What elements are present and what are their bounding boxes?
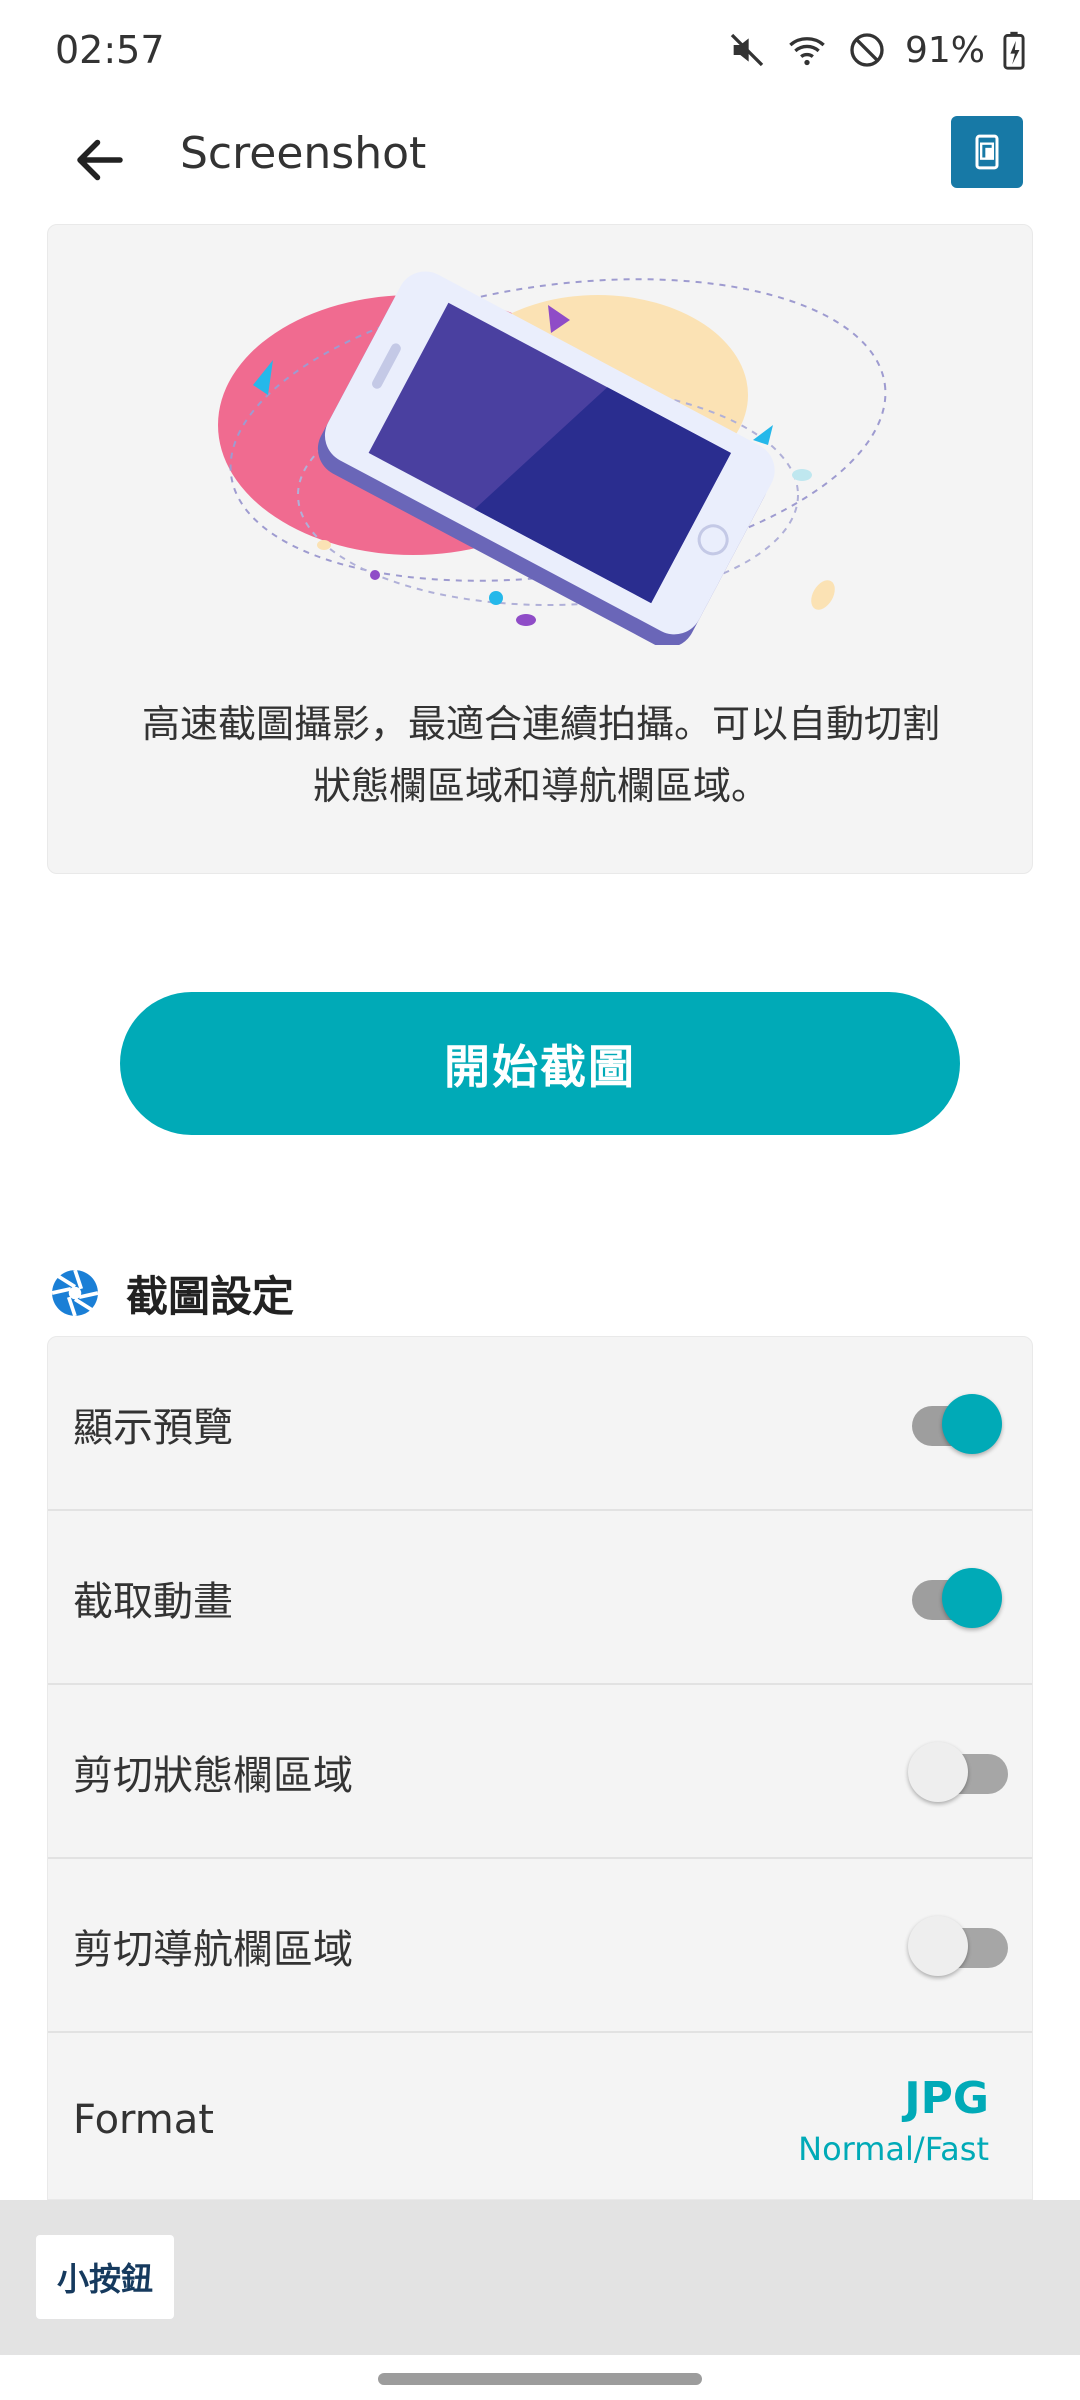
settings-list: 顯示預覽 截取動畫 剪切狀態欄區域 剪切導航欄區域 Format JPG Nor… xyxy=(47,1336,1033,2200)
crop-status-bar-toggle[interactable] xyxy=(908,1742,1008,1802)
hero-card: 高速截圖攝影，最適合連續拍攝。可以自動切割 狀態欄區域和導航欄區域。 xyxy=(47,224,1033,874)
status-time: 02:57 xyxy=(55,28,165,72)
hero-description: 高速截圖攝影，最適合連續拍攝。可以自動切割 狀態欄區域和導航欄區域。 xyxy=(88,693,994,817)
phone-screenshot-icon xyxy=(975,134,999,170)
setting-label: 截取動畫 xyxy=(73,1579,233,1625)
bottom-panel: 小按鈕 xyxy=(0,2200,1080,2355)
wifi-icon xyxy=(785,30,829,70)
small-button[interactable]: 小按鈕 xyxy=(36,2235,174,2319)
format-type: JPG xyxy=(904,2073,989,2124)
phone-screenshot-button[interactable] xyxy=(951,116,1023,188)
do-not-disturb-icon xyxy=(847,30,887,70)
hero-description-line1: 高速截圖攝影，最適合連續拍攝。可以自動切割 xyxy=(141,702,940,746)
mute-icon xyxy=(727,30,767,70)
hero-description-line2: 狀態欄區域和導航欄區域。 xyxy=(312,764,769,808)
battery-charging-icon xyxy=(1003,30,1025,70)
capture-animation-toggle[interactable] xyxy=(908,1568,1002,1628)
format-value: JPG Normal/Fast xyxy=(798,2073,989,2168)
app-bar: Screenshot xyxy=(0,100,1080,220)
setting-crop-navigation-bar[interactable]: 剪切導航欄區域 xyxy=(48,1859,1032,2033)
show-preview-toggle[interactable] xyxy=(908,1394,1002,1454)
aperture-icon xyxy=(51,1269,99,1317)
start-screenshot-button[interactable]: 開始截圖 xyxy=(120,992,960,1135)
format-quality: Normal/Fast xyxy=(798,2130,989,2168)
setting-capture-animation[interactable]: 截取動畫 xyxy=(48,1511,1032,1685)
phone-illustration xyxy=(218,271,887,645)
settings-section-header: 截圖設定 xyxy=(50,1258,294,1328)
setting-label: Format xyxy=(73,2097,214,2143)
crop-navigation-bar-toggle[interactable] xyxy=(908,1916,1008,1976)
setting-label: 剪切狀態欄區域 xyxy=(73,1753,353,1799)
arrow-left-icon xyxy=(77,139,123,181)
page-title: Screenshot xyxy=(180,128,427,179)
setting-show-preview[interactable]: 顯示預覽 xyxy=(48,1337,1032,1511)
back-button[interactable] xyxy=(60,120,140,200)
status-bar: 02:57 91% xyxy=(0,0,1080,100)
battery-percentage: 91% xyxy=(904,29,985,71)
setting-format[interactable]: Format JPG Normal/Fast xyxy=(48,2033,1032,2199)
gesture-navigation-bar[interactable] xyxy=(378,2373,702,2385)
setting-label: 剪切導航欄區域 xyxy=(73,1927,353,1973)
status-icons: 91% xyxy=(727,30,1025,71)
setting-label: 顯示預覽 xyxy=(73,1405,233,1451)
setting-crop-status-bar[interactable]: 剪切狀態欄區域 xyxy=(48,1685,1032,1859)
section-title: 截圖設定 xyxy=(126,1271,295,1321)
